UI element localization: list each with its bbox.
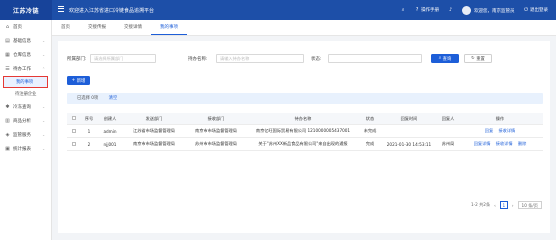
sidebar-item-basic-info[interactable]: ▤ 基础信息 ⌄ — [0, 34, 51, 48]
chevron-up-icon: ⌃ — [42, 67, 45, 71]
select-all-checkbox[interactable] — [72, 116, 76, 120]
user-menu[interactable]: 欢迎您，南京监管员 — [462, 5, 515, 15]
prev-page-icon[interactable]: ‹ — [494, 203, 496, 208]
sidebar-item-goods-analysis[interactable]: ▥ 商品分析 ⌄ — [0, 114, 51, 128]
table-row: 1 admin 江苏省市场监督管理局 南京市市场监督管理局 南京亿旺国际贸易有限… — [67, 125, 543, 138]
selection-count: 已选择 0项 — [77, 96, 99, 101]
table-row: 2 njj001 南京市市场监督管理局 苏州市市场监督管理局 关于"苏州XX新品… — [67, 138, 543, 151]
delete-link[interactable]: 删除 — [518, 141, 526, 146]
col-time: 回复时间 — [400, 115, 418, 121]
reply-detail-link[interactable]: 回复详情 — [474, 141, 491, 146]
row-checkbox[interactable] — [72, 141, 76, 146]
service-icon: ◈ — [5, 131, 10, 138]
sidebar-sub-pending-register[interactable]: 待注册企业 — [0, 88, 51, 100]
chevron-down-icon: ⌄ — [42, 133, 45, 137]
sidebar-item-todo[interactable]: ☰ 待办工作 ⌃ — [0, 62, 51, 76]
col-ops: 操作 — [495, 115, 505, 121]
company-input[interactable]: 请输入持办名称 — [216, 54, 304, 63]
top-bar: 江苏冷链 欢迎进入江苏省进口冷链食品追溯平台 ⌕ ? 操作手册 ♪ 欢迎您，南京… — [0, 0, 556, 20]
logout-button[interactable]: ⏻ 退出登录 — [524, 7, 548, 14]
company-label: 持办名称: — [188, 57, 208, 62]
plus-icon: + — [71, 78, 76, 83]
sidebar: ⌂ 首页 ▤ 基础信息 ⌄ ▦ 仓库信息 ⌄ ☰ 待办工作 ⌃ 我的事项 待注册企业 ✱ 冷冻查… — [0, 20, 52, 240]
col-to: 接收部门 — [207, 115, 225, 121]
search-button[interactable]: ⌕ 查询 — [431, 54, 459, 63]
manual-link[interactable]: ? 操作手册 — [415, 7, 439, 14]
col-status: 状态 — [365, 115, 375, 121]
sidebar-item-reports[interactable]: ▣ 统计报表 ⌄ — [0, 142, 51, 156]
chevron-down-icon: ⌄ — [42, 119, 45, 123]
snow-icon: ✱ — [5, 103, 10, 110]
items-table: 序号 创建人 发送部门 接收部门 待办名称 状态 回复时间 回复人 操作 1 a… — [67, 113, 543, 151]
sidebar-sub-my-items[interactable]: 我的事项 — [3, 76, 48, 88]
row-checkbox[interactable] — [72, 128, 76, 133]
page-tabs: 首页 交接传报 交接详情 我的事项 — [52, 20, 556, 36]
platform-title: 欢迎进入江苏省进口冷链食品追溯平台 — [69, 8, 155, 14]
dept-select[interactable]: 请选择所属部门 — [90, 54, 156, 63]
sidebar-item-warehouse[interactable]: ▦ 仓库信息 ⌄ — [0, 48, 51, 62]
dept-label: 所属部门: — [67, 57, 87, 62]
page-size-select[interactable]: 10 条/页 — [517, 201, 542, 209]
content-panel: 所属部门: 请选择所属部门 持办名称: 请输入持办名称 状态: ⌕ 查询 ↻ 重置 … — [58, 41, 550, 233]
tab-home[interactable]: 首页 — [52, 21, 79, 35]
chevron-down-icon: ⌄ — [42, 105, 45, 109]
page-number[interactable]: 1 — [499, 201, 508, 209]
pagination: 1-2 共2条 ‹ 1 › 10 条/页 — [471, 201, 542, 209]
todo-icon: ☰ — [5, 65, 10, 72]
menu-toggle-icon[interactable] — [58, 6, 64, 12]
warehouse-icon: ▦ — [5, 51, 10, 58]
tab-handover-report[interactable]: 交接传报 — [79, 21, 115, 35]
power-icon: ⏻ — [524, 7, 529, 13]
sidebar-item-service[interactable]: ◈ 监管服务 ⌄ — [0, 128, 51, 142]
reset-button[interactable]: ↻ 重置 — [464, 54, 492, 63]
col-no: 序号 — [84, 115, 94, 121]
chart-icon: ▥ — [5, 117, 10, 124]
report-icon: ▣ — [5, 145, 10, 152]
avatar — [462, 5, 472, 15]
chevron-down-icon: ⌄ — [42, 147, 45, 151]
tab-handover-detail[interactable]: 交接详情 — [115, 21, 151, 35]
pager-total: 1-2 共2条 — [470, 202, 491, 207]
sidebar-item-home[interactable]: ⌂ 首页 — [0, 20, 51, 34]
home-icon: ⌂ — [5, 23, 10, 30]
add-button[interactable]: + 新增 — [67, 76, 90, 85]
chevron-down-icon: ⌄ — [42, 53, 45, 57]
receive-detail-link[interactable]: 接收详情 — [496, 141, 513, 146]
search-icon: ⌕ — [438, 56, 442, 61]
main-content: 所属部门: 请选择所属部门 持办名称: 请输入持办名称 状态: ⌕ 查询 ↻ 重置 … — [52, 36, 556, 240]
chevron-down-icon: ⌄ — [42, 39, 45, 43]
app-logo: 江苏冷链 — [0, 0, 52, 20]
reply-link[interactable]: 回复 — [485, 128, 493, 133]
col-from: 发送部门 — [145, 115, 163, 121]
tab-my-items[interactable]: 我的事项 — [151, 21, 187, 35]
bell-icon[interactable]: ♪ — [448, 7, 453, 13]
filter-bar: 所属部门: 请选择所属部门 持办名称: 请输入持办名称 状态: ⌕ 查询 ↻ 重置 — [58, 54, 550, 64]
next-page-icon[interactable]: › — [512, 203, 514, 208]
selection-bar: 已选择 0项 清空 — [67, 93, 543, 104]
status-label: 状态: — [311, 57, 322, 62]
col-name: 待办名称 — [294, 115, 312, 121]
table-header: 序号 创建人 发送部门 接收部门 待办名称 状态 回复时间 回复人 操作 — [67, 113, 543, 125]
receive-detail-link[interactable]: 接收详情 — [498, 128, 515, 133]
search-icon[interactable]: ⌕ — [401, 7, 406, 13]
refresh-icon: ↻ — [471, 56, 475, 61]
clear-selection-link[interactable]: 清空 — [109, 96, 118, 101]
status-select[interactable] — [328, 54, 422, 63]
col-replier: 回复人 — [441, 115, 455, 121]
sidebar-item-frozen-query[interactable]: ✱ 冷冻查询 ⌄ — [0, 100, 51, 114]
info-icon: ▤ — [5, 37, 10, 44]
help-icon: ? — [415, 7, 419, 13]
col-creator: 创建人 — [103, 115, 117, 121]
